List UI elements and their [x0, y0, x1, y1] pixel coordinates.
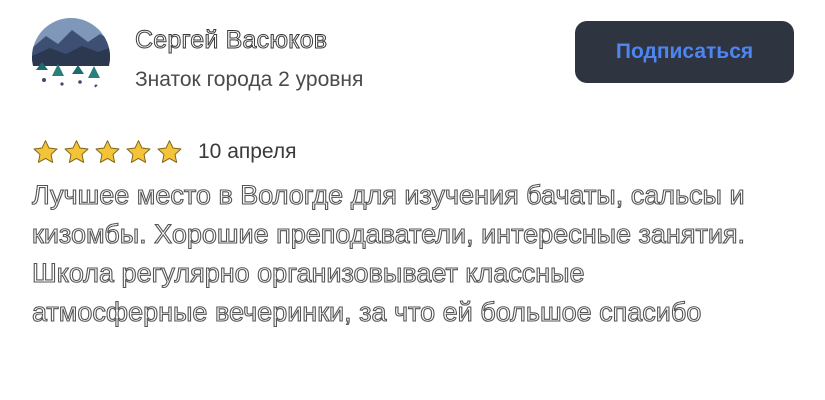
mountain-landscape-avatar-icon	[32, 18, 110, 96]
review-date: 10 апреля	[198, 140, 297, 163]
author-name[interactable]: Сергей Васюков	[134, 26, 327, 55]
subscribe-button[interactable]: Подписаться	[575, 21, 794, 83]
star-icon	[157, 139, 182, 163]
star-icon	[95, 139, 120, 163]
avatar[interactable]	[32, 18, 110, 96]
rating-stars	[31, 138, 184, 167]
star-icon	[33, 139, 58, 163]
review-text: Лучшее место в Вологде для изучения бача…	[31, 179, 746, 327]
star-icon	[126, 139, 151, 163]
author-level: Знаток города 2 уровня	[135, 68, 364, 91]
star-icon	[64, 139, 89, 163]
rating-row: 10 апреля	[31, 136, 297, 168]
